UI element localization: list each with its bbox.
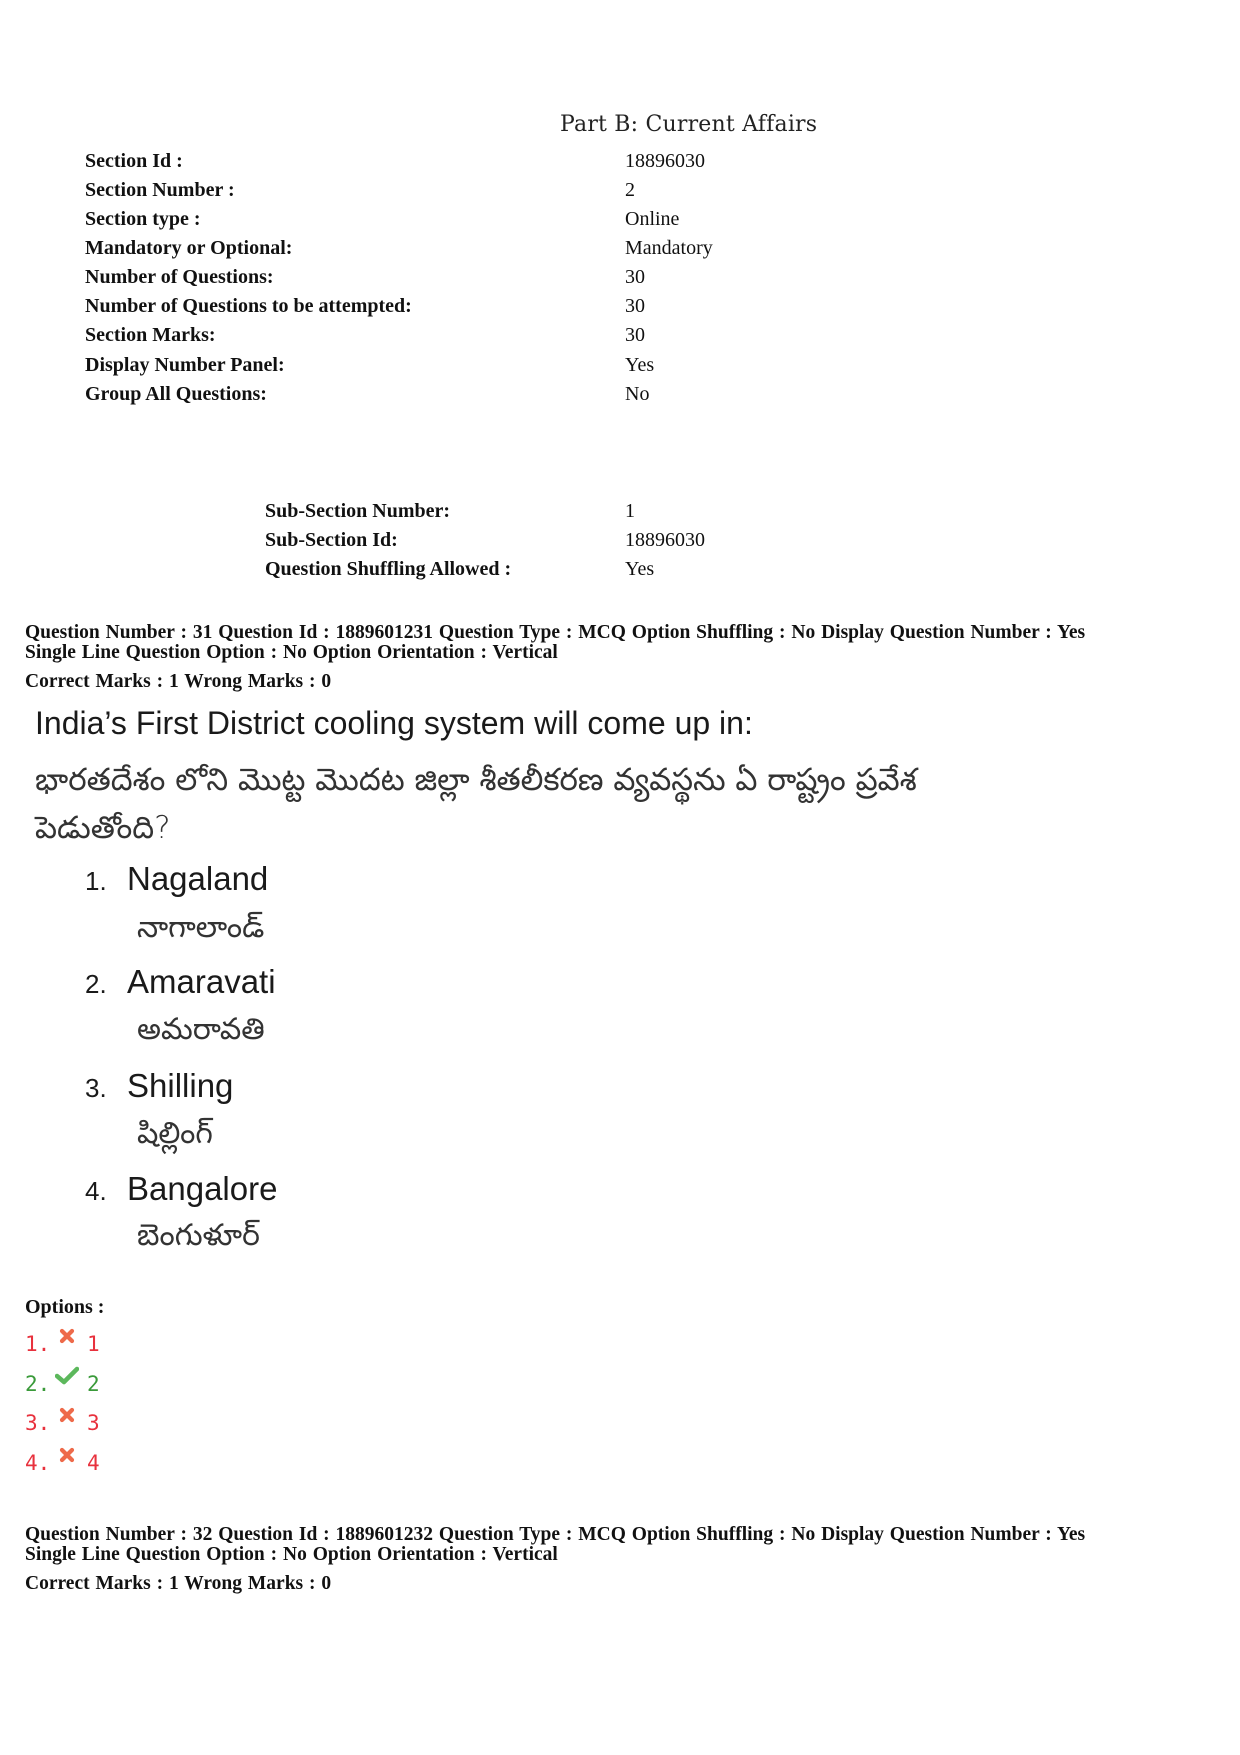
question-marks: Correct Marks : 1 Wrong Marks : 0 — [25, 671, 332, 692]
question-header-line2: Single Line Question Option : No Option … — [25, 642, 558, 663]
choice-number: 4. — [85, 1176, 107, 1206]
shuffling-label: Question Shuffling Allowed : — [265, 558, 512, 580]
num-questions-label: Number of Questions: — [85, 266, 274, 288]
choice-telugu: అమరావతి — [137, 1012, 265, 1047]
answer-value: 1 — [87, 1332, 100, 1356]
question-header-line2: Single Line Question Option : No Option … — [25, 1544, 558, 1565]
section-id-value: 18896030 — [625, 150, 705, 172]
answer-option-2: 2. 2 — [25, 1366, 100, 1396]
choice-number: 1. — [85, 866, 107, 896]
choice-english: Nagaland — [127, 860, 269, 897]
choice-telugu: షిల్లింగ్ — [137, 1116, 213, 1151]
section-number-value: 2 — [625, 179, 635, 201]
choice-english: Shilling — [127, 1067, 234, 1104]
mandatory-label: Mandatory or Optional: — [85, 237, 293, 259]
subsection-id-label: Sub-Section Id: — [265, 529, 398, 551]
check-icon — [53, 1365, 81, 1387]
display-panel-label: Display Number Panel: — [85, 354, 285, 376]
choice-english: Bangalore — [127, 1170, 278, 1207]
answer-number: 2. — [25, 1372, 51, 1396]
question-marks: Correct Marks : 1 Wrong Marks : 0 — [25, 1573, 332, 1594]
subsection-id-value: 18896030 — [625, 529, 705, 551]
question-text-telugu-line2: పెడుతోంది? — [35, 810, 171, 846]
section-id-label: Section Id : — [85, 150, 183, 172]
group-all-label: Group All Questions: — [85, 383, 267, 405]
answer-option-1: 1. 1 — [25, 1328, 100, 1356]
answer-option-4: 4. 4 — [25, 1447, 100, 1475]
choice-number: 3. — [85, 1073, 107, 1103]
question-header-line1: Question Number : 32 Question Id : 18896… — [25, 1524, 1086, 1545]
answer-value: 3 — [87, 1411, 100, 1435]
section-type-value: Online — [625, 208, 680, 230]
question-text-telugu-line1: భారతదేశం లోని మొట్ట మొదట జిల్లా శీతలీకరణ… — [35, 762, 917, 798]
answer-option-3: 3. 3 — [25, 1407, 100, 1435]
num-attempt-value: 30 — [625, 295, 645, 317]
options-label: Options : — [25, 1296, 105, 1318]
section-type-label: Section type : — [85, 208, 201, 230]
section-marks-label: Section Marks: — [85, 324, 216, 346]
subsection-number-value: 1 — [625, 500, 635, 522]
question-text-english: India’s First District cooling system wi… — [35, 705, 753, 741]
num-attempt-label: Number of Questions to be attempted: — [85, 295, 412, 317]
answer-number: 3. — [25, 1411, 51, 1435]
subsection-number-label: Sub-Section Number: — [265, 500, 451, 522]
answer-number: 1. — [25, 1332, 51, 1356]
display-panel-value: Yes — [625, 354, 655, 376]
answer-value: 4 — [87, 1451, 100, 1475]
choice-telugu: నాగాలాండ్ — [137, 910, 265, 945]
shuffling-value: Yes — [625, 558, 655, 580]
section-marks-value: 30 — [625, 324, 645, 346]
answer-number: 4. — [25, 1451, 51, 1475]
question-header-line1: Question Number : 31 Question Id : 18896… — [25, 622, 1086, 643]
part-title: Part B: Current Affairs — [560, 112, 818, 137]
choice-english: Amaravati — [127, 963, 276, 1000]
group-all-value: No — [625, 383, 650, 405]
choice-telugu: బెంగుళూర్ — [137, 1218, 260, 1253]
section-number-label: Section Number : — [85, 179, 235, 201]
mandatory-value: Mandatory — [625, 237, 713, 259]
cross-icon — [53, 1444, 81, 1466]
cross-icon — [53, 1404, 81, 1426]
cross-icon — [53, 1325, 81, 1347]
answer-value: 2 — [87, 1372, 100, 1396]
choice-number: 2. — [85, 969, 107, 999]
num-questions-value: 30 — [625, 266, 645, 288]
